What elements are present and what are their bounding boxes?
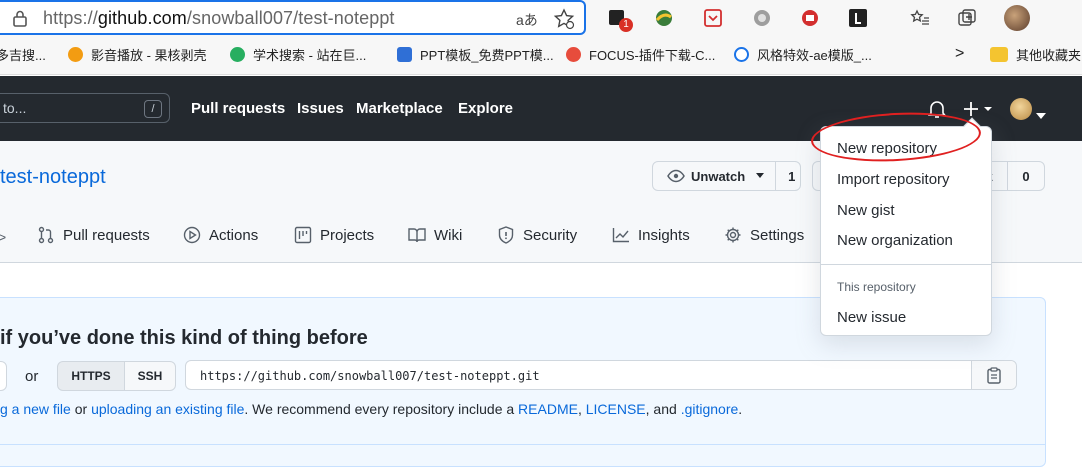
tab-label: Projects bbox=[320, 226, 375, 244]
instruction-text: , and bbox=[645, 401, 681, 417]
tab-label: Pull requests bbox=[63, 226, 150, 244]
tab-insights[interactable]: Insights bbox=[612, 226, 690, 244]
lock-icon[interactable] bbox=[12, 9, 28, 32]
instruction-text: . bbox=[738, 401, 743, 417]
user-avatar-menu[interactable] bbox=[1010, 98, 1032, 120]
tab-label: Wiki bbox=[434, 226, 463, 244]
bookmarks-folder[interactable]: 其他收藏夹 bbox=[990, 45, 1081, 64]
bookmark-item[interactable]: 风格特效-ae模版_... bbox=[734, 45, 872, 64]
create-new-plus-icon[interactable] bbox=[963, 100, 995, 123]
ssh-radio-edge[interactable] bbox=[0, 361, 7, 391]
watch-count[interactable]: 1 bbox=[776, 169, 807, 184]
bookmark-favicon-icon bbox=[230, 47, 245, 62]
extension-l-icon[interactable] bbox=[848, 8, 868, 28]
nav-pull-requests[interactable]: Pull requests bbox=[191, 100, 285, 117]
tab-settings[interactable]: Settings bbox=[724, 226, 804, 244]
new-issue-item[interactable]: New issue bbox=[837, 309, 906, 326]
tab-wiki[interactable]: Wiki bbox=[408, 226, 462, 244]
tab-label: Insights bbox=[638, 226, 690, 244]
gear-icon bbox=[724, 226, 742, 244]
tab-code-edge[interactable]: > bbox=[0, 229, 6, 245]
nav-explore[interactable]: Explore bbox=[458, 100, 513, 117]
extension-video-icon[interactable] bbox=[800, 8, 820, 28]
repo-name-link[interactable]: test-noteppt bbox=[0, 166, 106, 189]
upload-file-link[interactable]: uploading an existing file bbox=[91, 401, 244, 417]
instruction-text: , bbox=[577, 401, 586, 417]
nav-marketplace[interactable]: Marketplace bbox=[356, 100, 443, 117]
clone-url-text: https://github.com/snowball007/test-note… bbox=[200, 369, 540, 383]
https-button[interactable]: HTTPS bbox=[57, 361, 125, 391]
extension-globe-icon[interactable] bbox=[654, 8, 674, 28]
watch-label: Unwatch bbox=[691, 168, 746, 184]
divider bbox=[0, 444, 1046, 445]
extension-badge: 1 bbox=[619, 18, 633, 32]
nav-issues[interactable]: Issues bbox=[297, 100, 344, 117]
dropdown-divider bbox=[821, 264, 991, 265]
gitignore-link[interactable]: .gitignore bbox=[681, 401, 739, 417]
extension-save-icon[interactable] bbox=[703, 8, 723, 28]
tab-label: Security bbox=[523, 226, 578, 244]
book-icon bbox=[408, 226, 426, 244]
watch-button[interactable]: Unwatch bbox=[653, 162, 777, 190]
tab-actions[interactable]: Actions bbox=[183, 226, 258, 244]
dropdown-section-header: This repository bbox=[837, 280, 916, 294]
project-icon bbox=[294, 226, 312, 244]
bookmark-item[interactable]: 影音播放 - 果核剥壳 bbox=[68, 45, 207, 64]
read-aloud-icon[interactable]: aあ bbox=[516, 10, 538, 30]
tab-label: Settings bbox=[750, 226, 805, 244]
tab-label: Actions bbox=[209, 226, 259, 244]
fork-count[interactable]: 0 bbox=[1008, 169, 1044, 184]
favorites-list-icon[interactable] bbox=[910, 8, 930, 28]
or-text: or bbox=[25, 368, 39, 385]
bookmarks-more-chevron-icon[interactable]: > bbox=[955, 45, 964, 63]
graph-icon bbox=[612, 226, 630, 244]
eye-icon bbox=[667, 169, 685, 183]
bookmark-item[interactable]: FOCUS-插件下载-C... bbox=[566, 45, 715, 64]
bookmark-favicon-icon bbox=[734, 47, 749, 62]
profile-avatar[interactable] bbox=[1004, 5, 1030, 31]
ssh-button[interactable]: SSH bbox=[124, 361, 176, 391]
bookmark-item[interactable]: 学术搜索 - 站在巨... bbox=[230, 45, 366, 64]
search-shortcut-key: / bbox=[144, 100, 162, 118]
watch-button-group: Unwatch 1 bbox=[652, 161, 801, 191]
favorite-star-icon[interactable] bbox=[553, 8, 575, 35]
instruction-text: . We recommend every repository include … bbox=[244, 401, 519, 417]
import-repository-item[interactable]: Import repository bbox=[837, 171, 950, 188]
instruction-text: or bbox=[70, 401, 92, 417]
extension-shield-icon[interactable] bbox=[752, 8, 772, 28]
browser-chrome: https://github.com/snowball007/test-note… bbox=[0, 0, 1082, 75]
new-organization-item[interactable]: New organization bbox=[837, 232, 953, 249]
license-link[interactable]: LICENSE bbox=[586, 401, 646, 417]
tab-security[interactable]: Security bbox=[497, 226, 577, 244]
address-bar[interactable]: https://github.com/snowball007/test-note… bbox=[0, 0, 586, 35]
play-icon bbox=[183, 226, 201, 244]
pull-request-icon bbox=[37, 226, 55, 244]
url-text[interactable]: https://github.com/snowball007/test-note… bbox=[43, 8, 395, 29]
bookmark-favicon-icon bbox=[397, 47, 412, 62]
caret-down-icon bbox=[756, 173, 765, 178]
create-new-file-link[interactable]: g a new file bbox=[0, 401, 71, 417]
quick-setup-instructions: g a new file or uploading an existing fi… bbox=[0, 401, 742, 417]
folder-icon bbox=[990, 47, 1008, 62]
clipboard-icon bbox=[987, 366, 1001, 384]
search-placeholder: to... bbox=[3, 100, 27, 116]
avatar-caret-icon[interactable] bbox=[1036, 106, 1046, 124]
new-gist-item[interactable]: New gist bbox=[837, 202, 895, 219]
tab-pull-requests[interactable]: Pull requests bbox=[37, 226, 150, 244]
collections-icon[interactable] bbox=[957, 8, 977, 28]
tab-projects[interactable]: Projects bbox=[294, 226, 374, 244]
copy-button[interactable] bbox=[971, 361, 1016, 389]
clone-url-input[interactable]: https://github.com/snowball007/test-note… bbox=[185, 360, 1017, 390]
search-input[interactable]: to... / bbox=[0, 93, 170, 123]
bookmark-favicon-icon bbox=[566, 47, 581, 62]
quick-setup-title: if you’ve done this kind of thing before bbox=[0, 327, 368, 349]
bookmark-favicon-icon bbox=[68, 47, 83, 62]
bookmark-item[interactable]: PPT模板_免费PPT模... bbox=[397, 45, 554, 64]
bookmark-item[interactable]: 多吉搜... bbox=[0, 45, 46, 64]
bookmarks-bar: 多吉搜... 影音播放 - 果核剥壳 学术搜索 - 站在巨... PPT模板_免… bbox=[0, 40, 1082, 68]
readme-link[interactable]: README bbox=[518, 401, 578, 417]
shield-icon bbox=[497, 226, 515, 244]
